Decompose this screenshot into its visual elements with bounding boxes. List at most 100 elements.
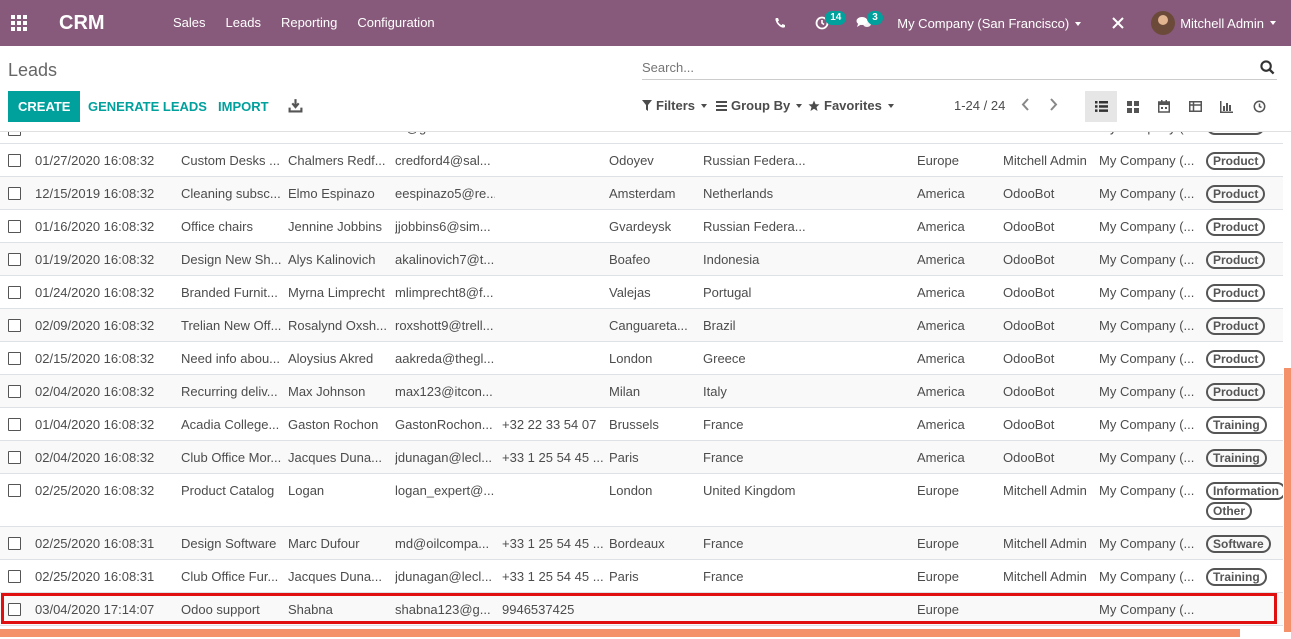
cell-email: eespinazo5@re... xyxy=(395,186,495,201)
table-row-partial[interactable]: ...@g... My Company (... Product xyxy=(0,132,1283,144)
cell-company: My Company (... xyxy=(1099,536,1194,551)
cell-team: America xyxy=(917,252,965,267)
row-checkbox[interactable] xyxy=(8,570,21,583)
horizontal-scrollbar[interactable] xyxy=(0,629,1240,637)
tag-badge: Product xyxy=(1206,350,1266,368)
menu-reporting[interactable]: Reporting xyxy=(271,0,347,46)
cell-company: My Company (... xyxy=(1099,450,1194,465)
cell-country: Brazil xyxy=(703,318,736,333)
table-row[interactable]: 02/04/2020 16:08:32 Club Office Mor... Jac… xyxy=(0,441,1283,474)
cell-company: My Company (... xyxy=(1099,153,1194,168)
row-checkbox[interactable] xyxy=(8,418,21,431)
cell-user: Mitchell Admin xyxy=(1003,569,1087,584)
cell-date: 01/27/2020 16:08:32 xyxy=(35,153,155,168)
activity-view-icon[interactable] xyxy=(1243,91,1275,122)
pivot-view-icon[interactable] xyxy=(1179,91,1211,122)
cell-email: mlimprecht8@f... xyxy=(395,285,494,300)
cell-phone: +33 1 25 54 45 ... xyxy=(502,569,604,584)
cell-name: Club Office Mor... xyxy=(181,450,282,465)
company-switcher[interactable]: My Company (San Francisco) xyxy=(897,16,1082,31)
debug-tools-icon[interactable] xyxy=(1105,0,1131,46)
row-checkbox[interactable] xyxy=(8,154,21,167)
row-checkbox[interactable] xyxy=(8,220,21,233)
graph-view-icon[interactable] xyxy=(1210,91,1242,122)
cell-country: Italy xyxy=(703,384,727,399)
cell-company: My Company (... xyxy=(1099,132,1194,144)
table-row[interactable]: 01/04/2020 16:08:32 Acadia College... Gast… xyxy=(0,408,1283,441)
vertical-scrollbar[interactable] xyxy=(1284,368,1291,632)
cell-contact: Marc Dufour xyxy=(288,536,360,551)
cell-city: Bordeaux xyxy=(609,536,665,551)
cell-email: md@oilcompa... xyxy=(395,536,490,551)
table-row[interactable]: 12/15/2019 16:08:32 Cleaning subsc... Elmo… xyxy=(0,177,1283,210)
search-input[interactable] xyxy=(642,58,1242,75)
menu-configuration[interactable]: Configuration xyxy=(347,0,444,46)
row-checkbox[interactable] xyxy=(8,187,21,200)
table-row[interactable]: 02/25/2020 16:08:31 Design Software Marc D… xyxy=(0,527,1283,560)
messages-icon[interactable]: 3 xyxy=(851,0,883,46)
cell-contact: Rosalynd Oxsh... xyxy=(288,318,387,333)
table-row[interactable]: 02/25/2020 16:08:32 Product Catalog Logan l… xyxy=(0,474,1283,527)
cell-date: 02/25/2020 16:08:31 xyxy=(35,536,155,551)
table-row[interactable]: 01/24/2020 16:08:32 Branded Furnit... Myrn… xyxy=(0,276,1283,309)
cell-city: London xyxy=(609,483,653,498)
row-checkbox[interactable] xyxy=(8,286,21,299)
cell-name: Trelian New Off... xyxy=(181,318,282,333)
top-navbar: CRM Sales Leads Reporting Configuration … xyxy=(0,0,1291,46)
download-icon[interactable] xyxy=(288,98,303,113)
list-icon xyxy=(716,100,727,111)
generate-leads-button[interactable]: GENERATE LEADS xyxy=(88,91,207,122)
row-checkbox[interactable] xyxy=(8,385,21,398)
create-button[interactable]: CREATE xyxy=(8,91,81,122)
favorites-dropdown[interactable]: Favorites xyxy=(808,98,894,113)
kanban-view-icon[interactable] xyxy=(1117,91,1149,122)
pager-value[interactable]: 1-24 / 24 xyxy=(954,98,1005,113)
table-row[interactable]: 02/15/2020 16:08:32 Need info abou... Aloy… xyxy=(0,342,1283,375)
filters-dropdown[interactable]: Filters xyxy=(642,98,708,113)
import-button[interactable]: IMPORT xyxy=(218,91,269,122)
activity-icon[interactable]: 14 xyxy=(809,0,847,46)
app-brand: CRM xyxy=(59,11,105,34)
table-row[interactable]: 02/25/2020 16:08:31 Club Office Fur... Jac… xyxy=(0,560,1283,593)
filters-label: Filters xyxy=(656,98,696,113)
row-checkbox[interactable] xyxy=(8,319,21,332)
cell-user: OdooBot xyxy=(1003,252,1055,267)
menu-leads[interactable]: Leads xyxy=(216,0,271,46)
row-checkbox[interactable] xyxy=(8,253,21,266)
user-menu[interactable]: Mitchell Admin xyxy=(1151,11,1276,35)
table-row[interactable]: 01/27/2020 16:08:32 Custom Desks ... Chalm… xyxy=(0,144,1283,177)
row-checkbox[interactable] xyxy=(8,484,21,497)
pager-previous-icon[interactable] xyxy=(1021,98,1030,114)
cell-country: France xyxy=(703,569,744,584)
cell-company: My Company (... xyxy=(1099,483,1194,498)
table-row[interactable]: 01/19/2020 16:08:32 Design New Sh... Alys … xyxy=(0,243,1283,276)
cell-country: France xyxy=(703,536,744,551)
row-checkbox[interactable] xyxy=(8,132,21,136)
cell-email: roxshott9@trell... xyxy=(395,318,494,333)
cell-team: Europe xyxy=(917,536,959,551)
row-checkbox[interactable] xyxy=(8,451,21,464)
messages-badge: 3 xyxy=(867,11,883,25)
menu-sales[interactable]: Sales xyxy=(163,0,216,46)
cell-city: Paris xyxy=(609,569,639,584)
apps-menu-icon[interactable] xyxy=(0,0,34,46)
row-checkbox[interactable] xyxy=(8,352,21,365)
activity-badge: 14 xyxy=(825,11,847,25)
table-row[interactable]: 02/09/2020 16:08:32 Trelian New Off... Ros… xyxy=(0,309,1283,342)
list-view-icon[interactable] xyxy=(1085,91,1117,122)
tag-badge: Product xyxy=(1206,152,1266,170)
cell-company: My Company (... xyxy=(1099,384,1194,399)
cell-contact: Alys Kalinovich xyxy=(288,252,376,267)
table-row[interactable]: 01/16/2020 16:08:32 Office chairs Jennine … xyxy=(0,210,1283,243)
group-by-dropdown[interactable]: Group By xyxy=(716,98,803,113)
tag-badge: Product xyxy=(1206,132,1266,135)
table-row[interactable]: 02/04/2020 16:08:32 Recurring deliv... Max… xyxy=(0,375,1283,408)
phone-icon[interactable] xyxy=(767,0,793,46)
cell-country: Netherlands xyxy=(703,186,774,201)
calendar-view-icon[interactable] xyxy=(1148,91,1180,122)
search-bar xyxy=(642,58,1277,80)
pager-next-icon[interactable] xyxy=(1049,98,1058,114)
search-icon[interactable] xyxy=(1260,60,1275,75)
row-checkbox[interactable] xyxy=(8,537,21,550)
chevron-down-icon xyxy=(1075,22,1082,27)
